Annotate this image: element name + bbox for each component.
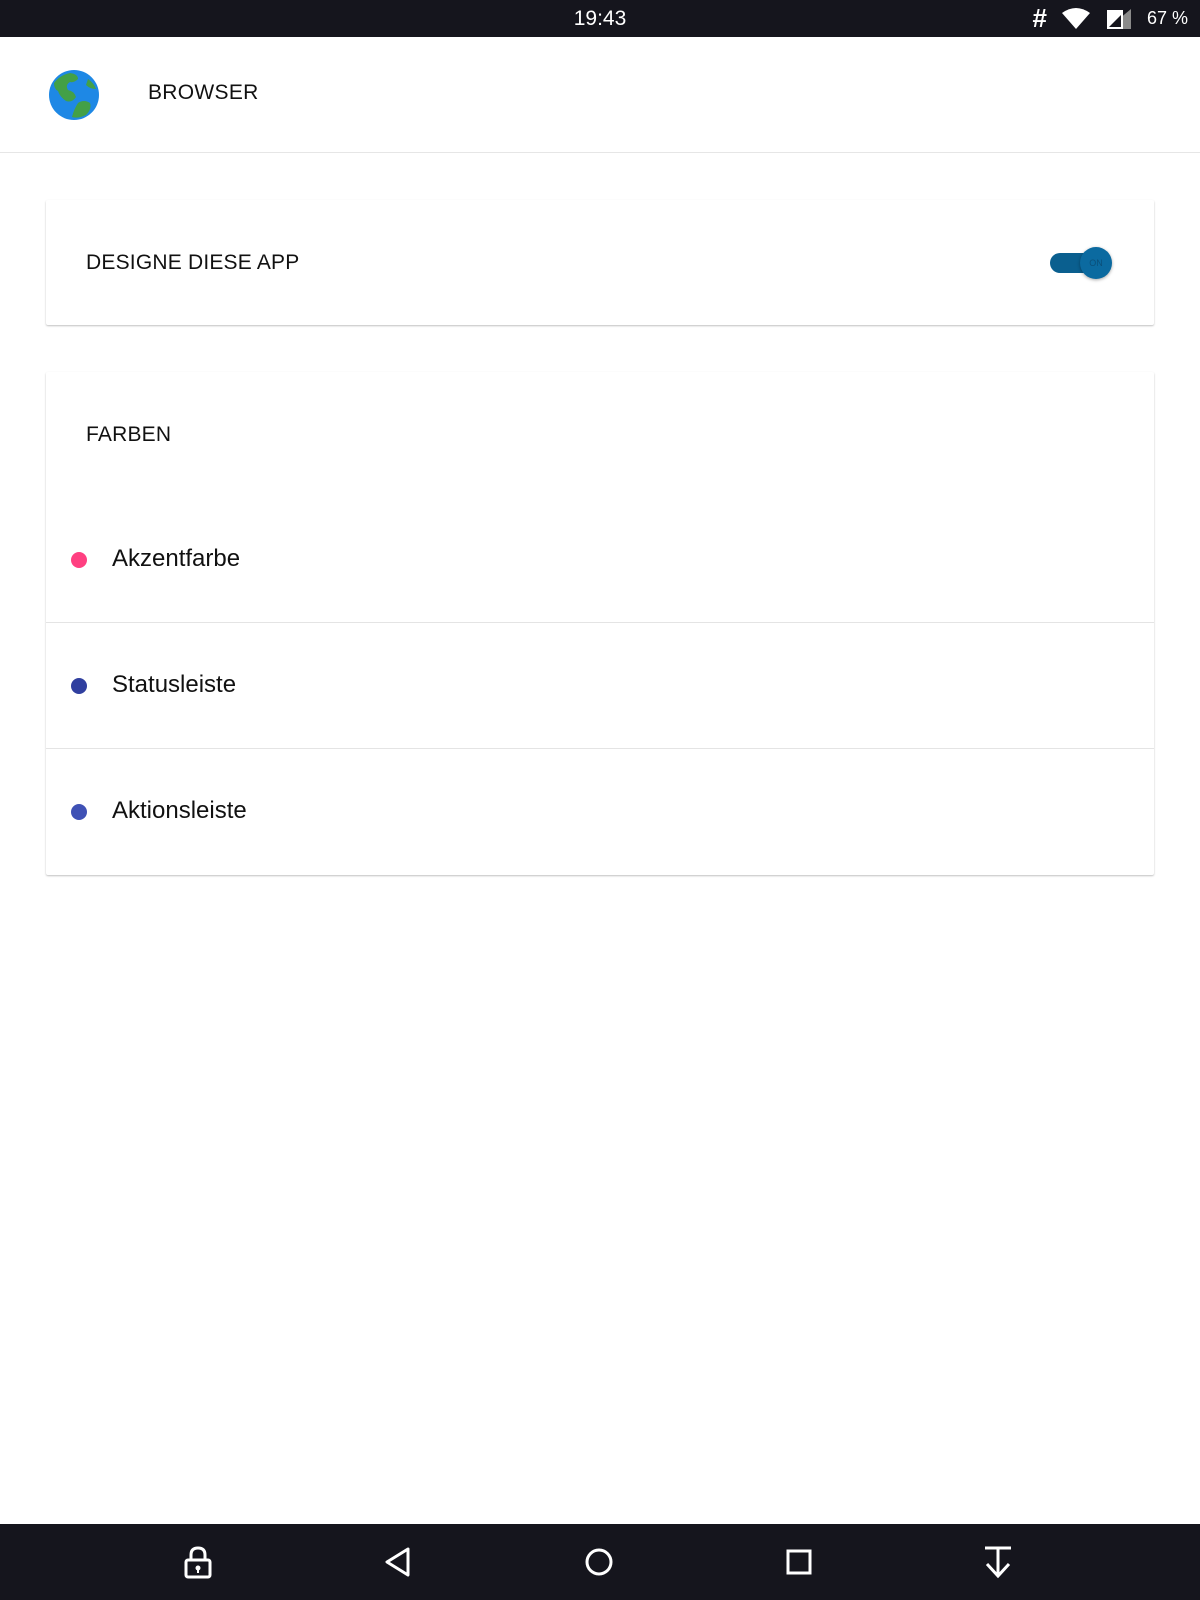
color-dot xyxy=(71,552,87,568)
color-item-statusleiste[interactable]: Statusleiste xyxy=(46,623,1154,749)
download-button[interactable] xyxy=(974,1538,1022,1586)
status-bar: 19:43 # 67 % xyxy=(0,0,1200,37)
color-item-label: Akzentfarbe xyxy=(112,545,241,572)
color-item-label: Statusleiste xyxy=(112,671,237,698)
home-icon xyxy=(585,1548,613,1576)
color-item-aktionsleiste[interactable]: Aktionsleiste xyxy=(46,749,1154,875)
color-dot xyxy=(71,678,87,694)
theme-toggle-label: DESIGNE DIESE APP xyxy=(86,251,300,274)
recents-button[interactable] xyxy=(775,1538,823,1586)
app-title: BROWSER xyxy=(148,81,259,104)
globe-icon xyxy=(49,70,99,120)
app-bar: BROWSER xyxy=(0,37,1200,153)
back-button[interactable] xyxy=(374,1538,422,1586)
colors-section-title: FARBEN xyxy=(86,423,172,446)
theme-card: DESIGNE DIESE APP ON xyxy=(46,200,1154,325)
hash-icon: # xyxy=(1032,3,1047,33)
back-icon xyxy=(385,1547,410,1577)
signal-icon xyxy=(1106,8,1131,29)
lock-button[interactable] xyxy=(174,1538,222,1586)
theme-toggle-switch[interactable]: ON xyxy=(1048,246,1114,279)
colors-card: FARBEN Akzentfarbe Statusleiste Aktionsl… xyxy=(46,372,1154,875)
color-item-akzentfarbe[interactable]: Akzentfarbe xyxy=(46,497,1154,623)
recents-icon xyxy=(786,1549,812,1575)
status-icons: # 67 % xyxy=(1033,0,1189,37)
wifi-icon xyxy=(1061,7,1090,29)
switch-thumb: ON xyxy=(1080,247,1112,279)
download-icon xyxy=(985,1546,1011,1579)
home-button[interactable] xyxy=(575,1538,623,1586)
navigation-bar xyxy=(0,1524,1200,1600)
color-item-label: Aktionsleiste xyxy=(112,797,247,824)
status-time: 19:43 xyxy=(573,7,627,30)
color-dot xyxy=(71,804,87,820)
battery-percent: 67 % xyxy=(1146,8,1188,28)
lock-icon xyxy=(184,1546,212,1579)
